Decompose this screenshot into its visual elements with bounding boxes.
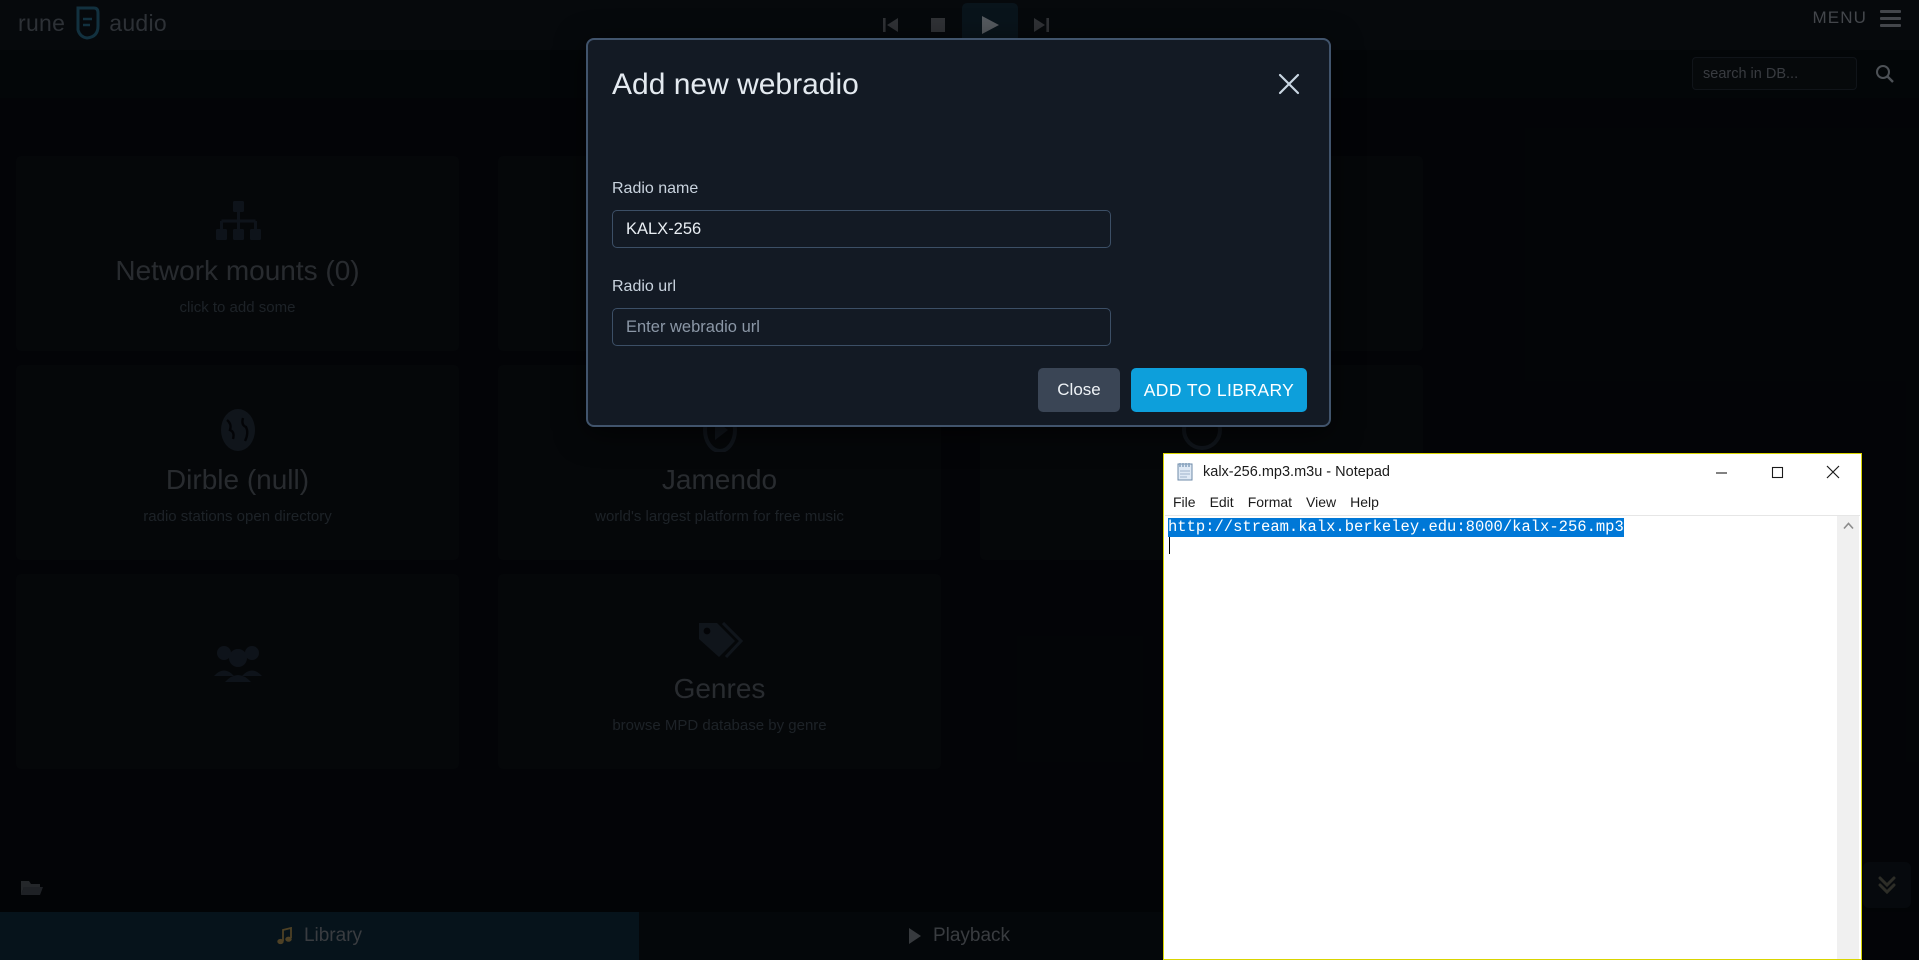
notepad-window-buttons: [1693, 454, 1861, 490]
radio-url-input[interactable]: Enter webradio url: [612, 308, 1111, 346]
modal-button-row: Close ADD TO LIBRARY: [1038, 368, 1307, 412]
maximize-icon: [1771, 466, 1784, 479]
radio-name-label: Radio name: [612, 180, 698, 198]
close-icon: [1277, 72, 1301, 96]
notepad-text-area[interactable]: http://stream.kalx.berkeley.edu:8000/kal…: [1165, 515, 1860, 959]
add-to-library-button[interactable]: ADD TO LIBRARY: [1131, 368, 1307, 412]
close-icon: [1826, 465, 1840, 479]
radio-url-placeholder: Enter webradio url: [626, 318, 760, 337]
notepad-close-button[interactable]: [1805, 454, 1861, 490]
radio-name-value: KALX-256: [626, 220, 701, 239]
radio-url-label: Radio url: [612, 278, 676, 296]
modal-title: Add new webradio: [612, 68, 859, 102]
runeaudio-app: rune audio MENU se: [0, 0, 1919, 960]
notepad-selected-text: http://stream.kalx.berkeley.edu:8000/kal…: [1168, 518, 1624, 537]
chevron-up-icon: [1843, 522, 1854, 530]
notepad-app-icon: [1176, 463, 1194, 481]
notepad-window: kalx-256.mp3.m3u - Notepad File Edit For…: [1163, 453, 1862, 960]
menu-file[interactable]: File: [1173, 494, 1196, 510]
notepad-titlebar[interactable]: kalx-256.mp3.m3u - Notepad: [1164, 454, 1861, 490]
modal-close-action-button[interactable]: Close: [1038, 368, 1120, 412]
notepad-scrollbar[interactable]: [1837, 516, 1859, 959]
minimize-button[interactable]: [1693, 454, 1749, 490]
add-webradio-modal: Add new webradio Radio name KALX-256 Rad…: [586, 38, 1331, 427]
menu-format[interactable]: Format: [1248, 494, 1292, 510]
modal-close-button[interactable]: [1271, 66, 1307, 102]
menu-help[interactable]: Help: [1350, 494, 1379, 510]
minimize-icon: [1715, 466, 1728, 479]
radio-name-input[interactable]: KALX-256: [612, 210, 1111, 248]
menu-edit[interactable]: Edit: [1210, 494, 1234, 510]
menu-view[interactable]: View: [1306, 494, 1336, 510]
notepad-title: kalx-256.mp3.m3u - Notepad: [1203, 464, 1390, 480]
scroll-up-button[interactable]: [1837, 516, 1859, 536]
text-caret: [1169, 537, 1170, 554]
maximize-button[interactable]: [1749, 454, 1805, 490]
notepad-menubar: File Edit Format View Help: [1164, 490, 1861, 514]
